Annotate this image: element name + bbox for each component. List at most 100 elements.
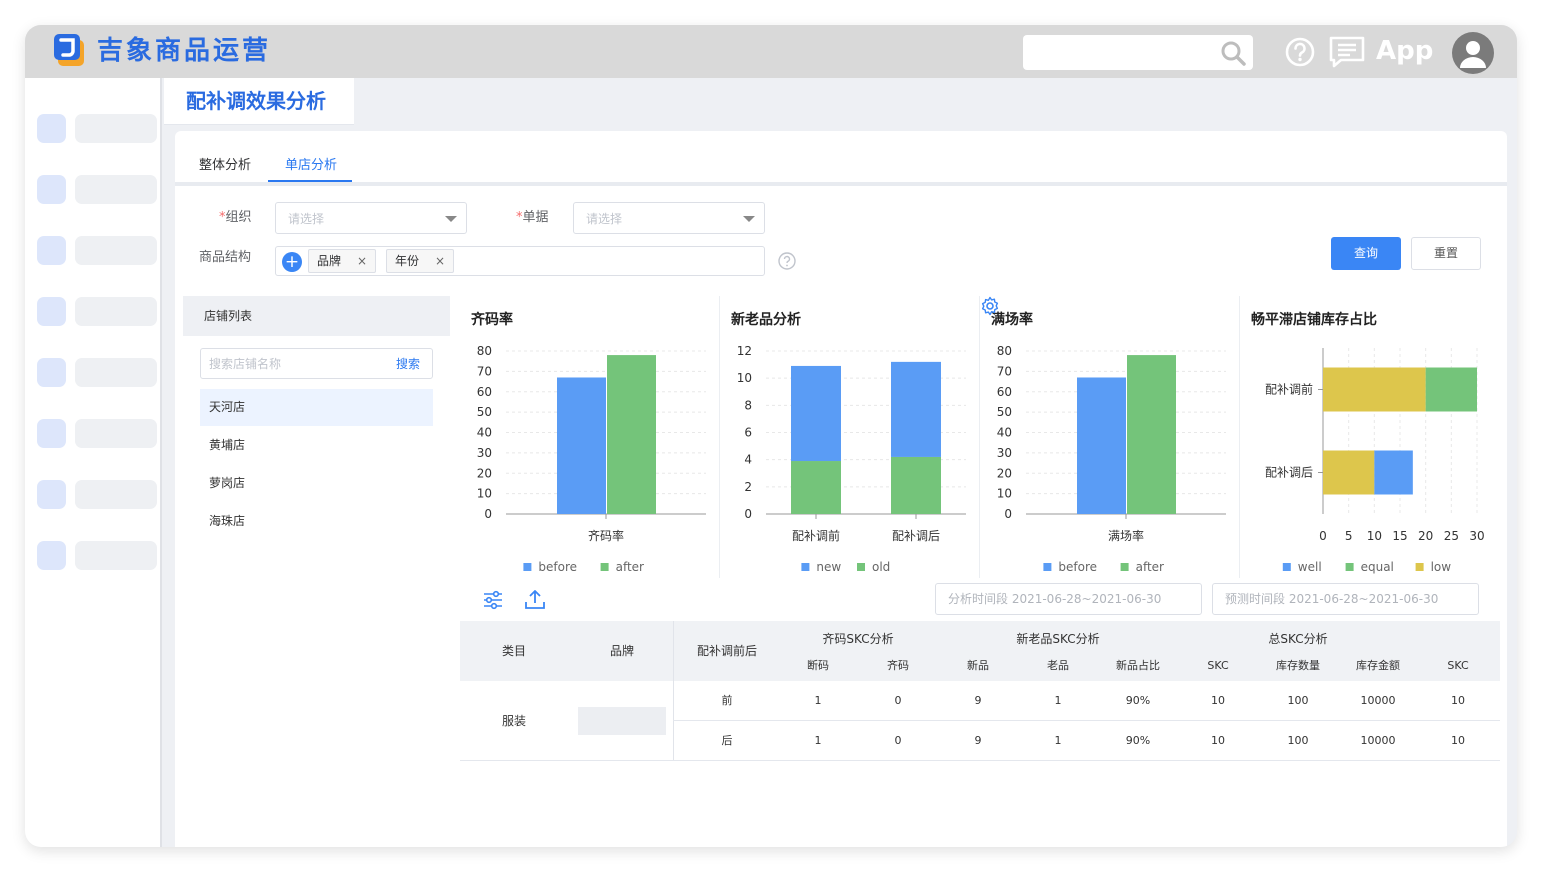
col-old: 老品 [1047, 659, 1069, 672]
sidebar-item-icon [37, 358, 66, 387]
bar-low [1323, 367, 1426, 412]
table-cell: 90% [1125, 734, 1151, 747]
chart-panel: 畅平滞店铺库存占比 0 5 10 15 20 25 30 配补调前 配补调后 well equal l… [1240, 296, 1500, 578]
struct-tag-input[interactable]: + 品牌 × 年份 × [275, 246, 765, 276]
skc-table: 类目 品牌 配补调前后 齐码SKC分析 新老品SKC分析 总SKC分析 断码 齐… [460, 621, 1500, 847]
legend-swatch [801, 563, 810, 571]
sidebar-item-label [75, 480, 157, 509]
help-icon[interactable] [1284, 36, 1316, 68]
legend-swatch [857, 563, 865, 571]
store-item[interactable]: 天河店 [200, 389, 433, 426]
table-cell: 10 [1211, 734, 1225, 747]
x-tick-label: 20 [1418, 529, 1433, 543]
analysis-range-picker[interactable]: 分析时间段 2021-06-28~2021-06-30 [935, 583, 1202, 615]
store-item[interactable]: 萝岗店 [200, 465, 433, 502]
col-brand: 品牌 [609, 644, 634, 658]
app-download-link[interactable]: App [1376, 35, 1433, 67]
y-tick-label: 0 [484, 507, 492, 521]
sidebar-item-label [75, 419, 157, 448]
bar-low [1323, 450, 1375, 495]
x-tick-label: 25 [1444, 529, 1459, 543]
add-icon[interactable]: + [282, 252, 302, 272]
legend-label: new [816, 560, 841, 574]
store-search-button[interactable]: 搜索 [396, 355, 420, 373]
legend-swatch [1345, 563, 1354, 571]
question-icon[interactable] [777, 251, 797, 271]
tab-single-store[interactable]: 单店分析 [285, 157, 337, 175]
sliders-icon[interactable] [482, 589, 504, 611]
table-cell: 10000 [1360, 734, 1396, 747]
search-icon[interactable] [1219, 39, 1247, 67]
forecast-range-picker[interactable]: 预测时间段 2021-06-28~2021-06-30 [1212, 583, 1479, 615]
col-new: 新品 [967, 659, 989, 672]
chevron-down-icon [743, 216, 755, 222]
y-tick-label: 40 [477, 426, 492, 440]
legend-label: after [616, 560, 644, 574]
y-tick-label: 10 [737, 371, 752, 385]
x-tick-label: 10 [1367, 529, 1382, 543]
query-button[interactable]: 查询 [1331, 237, 1401, 270]
y-tick-label: 12 [737, 344, 752, 358]
x-tick-label: 配补调前 [792, 528, 840, 543]
x-tick-label: 齐码率 [588, 528, 624, 543]
legend-label: after [1136, 560, 1164, 574]
message-icon[interactable] [1328, 35, 1366, 69]
table-cell: 90% [1125, 694, 1151, 707]
sidebar-item-icon [37, 419, 66, 448]
phase-cell: 前 [721, 694, 733, 707]
bar-before [557, 377, 606, 514]
legend-label: before [538, 560, 577, 574]
store-list-panel: 店铺列表 搜索店铺名称 搜索 天河店 黄埔店 萝岗店 海珠店 [183, 296, 450, 847]
export-icon[interactable] [524, 588, 546, 610]
chart-svg: 0 2 4 6 8 10 12 配补调前 配补调后 new old [737, 344, 966, 574]
content-card: 整体分析 单店分析 *组织 请选择 *单据 请选择 商品结构 + 品牌 × 年份… [175, 131, 1507, 847]
col-skc: SKC [1207, 659, 1229, 672]
table-cell: 10 [1451, 694, 1465, 707]
bar-after [1127, 355, 1176, 514]
x-tick-label: 满场率 [1108, 528, 1144, 543]
y-tick-label: 配补调后 [1265, 466, 1313, 480]
chevron-down-icon [445, 216, 457, 222]
table-cell: 100 [1287, 734, 1309, 747]
bar-new [891, 361, 941, 457]
store-search-input[interactable]: 搜索店铺名称 搜索 [200, 348, 433, 379]
sidebar-item-label [75, 358, 157, 387]
y-tick-label: 40 [997, 426, 1012, 440]
bar-old [791, 461, 841, 514]
chart-svg: 0 10 20 30 40 50 60 70 80 齐码率 before after [477, 344, 706, 574]
table-cell: 1 [814, 734, 822, 747]
tab-overall[interactable]: 整体分析 [199, 157, 251, 175]
y-tick-label: 50 [477, 405, 492, 419]
close-icon[interactable]: × [357, 250, 367, 272]
col-group-newold: 新老品SKC分析 [1016, 632, 1100, 646]
store-item[interactable]: 黄埔店 [200, 427, 433, 464]
col-category: 类目 [501, 644, 526, 658]
page-tab[interactable]: 配补调效果分析 [164, 78, 354, 125]
y-tick-label: 0 [744, 507, 752, 521]
avatar[interactable] [1452, 32, 1494, 74]
chart-panel: 齐码率 0 10 20 30 40 50 60 70 80 齐码率 before after [460, 296, 720, 578]
table-toolbar: 分析时间段 2021-06-28~2021-06-30 预测时间段 2021-0… [460, 579, 1500, 619]
doc-select[interactable]: 请选择 [573, 202, 765, 234]
col-new-ratio: 新品占比 [1116, 659, 1160, 672]
app-title: 吉象商品运营 [97, 36, 272, 66]
y-tick-label: 60 [477, 385, 492, 399]
bar-after [607, 355, 656, 514]
x-tick-label: 30 [1469, 529, 1484, 543]
doc-placeholder: 请选择 [586, 212, 623, 226]
phase-cell: 后 [721, 734, 733, 747]
global-search-input[interactable] [1023, 35, 1253, 70]
y-tick-label: 30 [997, 446, 1012, 460]
reset-button[interactable]: 重置 [1411, 237, 1481, 270]
analysis-tabs: 整体分析 单店分析 [175, 131, 1507, 186]
store-item[interactable]: 海珠店 [200, 503, 433, 540]
legend-label: equal [1361, 560, 1394, 574]
y-tick-label: 70 [477, 364, 492, 378]
y-tick-label: 70 [997, 364, 1012, 378]
filter-panel: *组织 请选择 *单据 请选择 商品结构 + 品牌 × 年份 × 查询 重置 [183, 194, 1499, 282]
close-icon[interactable]: × [435, 250, 445, 272]
legend-label: before [1058, 560, 1097, 574]
sidebar-item-icon [37, 297, 66, 326]
settings-icon[interactable] [980, 296, 1000, 316]
org-select[interactable]: 请选择 [275, 202, 467, 234]
